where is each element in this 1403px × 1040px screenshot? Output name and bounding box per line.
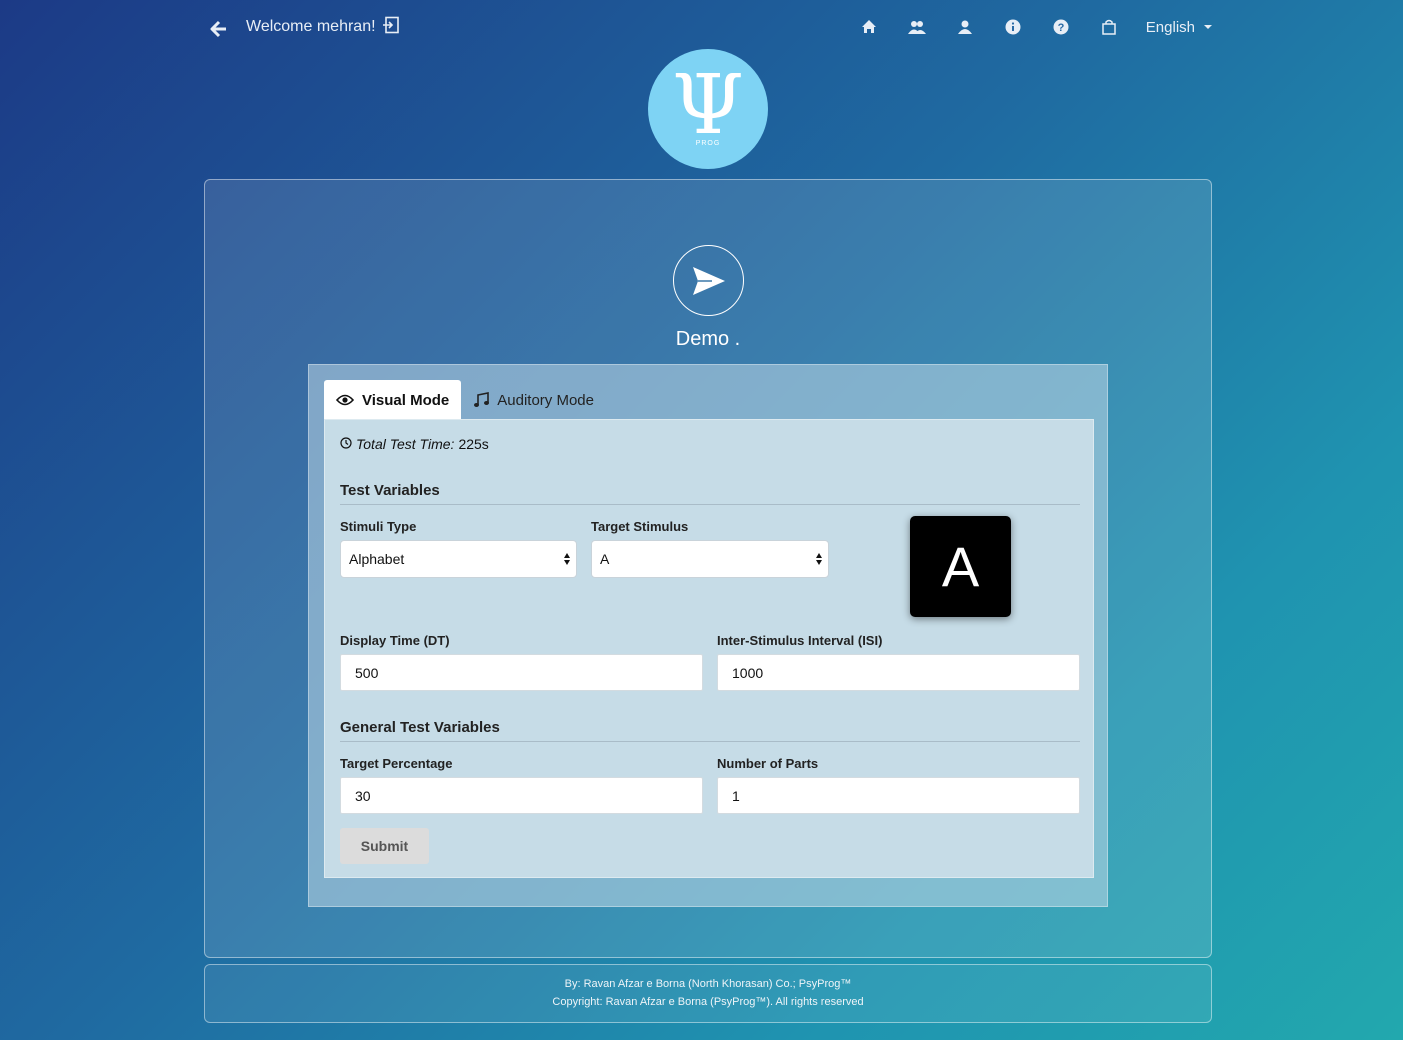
user-icon[interactable] [956,18,974,36]
send-icon [673,245,744,316]
top-bar: Welcome mehran! ? English [204,14,1212,44]
tab-auditory-mode[interactable]: Auditory Mode [461,380,606,420]
logo-caption: PROG [695,139,721,147]
music-icon [473,392,490,408]
number-of-parts-label: Number of Parts [717,756,819,771]
shop-icon[interactable] [1100,18,1118,36]
language-dropdown[interactable]: English [1146,19,1212,36]
number-of-parts-input[interactable]: 1 [717,777,1080,814]
visual-mode-panel: Total Test Time: 225s Test Variables Sti… [324,419,1094,878]
svg-text:?: ? [1057,22,1064,34]
target-stimulus-label: Target Stimulus [591,519,689,534]
users-icon[interactable] [907,18,926,36]
help-icon[interactable]: ? [1052,18,1070,36]
isi-input[interactable]: 1000 [717,654,1080,691]
welcome-text: Welcome mehran! [246,18,376,35]
stimulus-preview: A [910,516,1011,617]
footer-credit: By: Ravan Afzar e Borna (North Khorasan)… [564,978,852,990]
display-time-input[interactable]: 500 [340,654,703,691]
target-stimulus-select[interactable]: A [591,540,829,578]
logout-icon[interactable] [382,16,400,34]
footer: By: Ravan Afzar e Borna (North Khorasan)… [204,964,1212,1023]
language-label: English [1145,18,1195,36]
total-test-time: Total Test Time: 225s [340,436,489,452]
clock-icon [340,436,352,452]
total-time-label: Total Test Time: [356,436,455,452]
home-icon[interactable] [860,18,878,36]
total-time-value: 225s [458,436,489,452]
footer-copyright: Copyright: Ravan Afzar e Borna (PsyProg™… [552,996,864,1008]
general-test-variables-heading: General Test Variables [340,719,1080,742]
info-icon[interactable] [1004,18,1022,36]
page-title: Demo . [675,328,741,350]
submit-button[interactable]: Submit [340,828,429,864]
target-percentage-label: Target Percentage [340,756,453,771]
tab-auditory-mode-label: Auditory Mode [497,391,594,409]
eye-icon [336,394,354,406]
stimuli-type-value: Alphabet [349,551,405,567]
target-stimulus-value: A [600,551,610,567]
back-arrow-icon[interactable] [210,20,228,38]
chevron-down-icon [1204,25,1212,29]
mode-tabs: Visual Mode Auditory Mode [324,380,606,420]
stimuli-type-label: Stimuli Type [340,519,417,534]
test-variables-heading: Test Variables [340,482,1080,505]
tab-visual-mode-label: Visual Mode [362,391,450,409]
target-percentage-input[interactable]: 30 [340,777,703,814]
logo-symbol: Ψ [672,57,744,153]
select-arrows-icon [564,553,570,565]
select-arrows-icon [816,553,822,565]
display-time-label: Display Time (DT) [340,633,450,648]
stimuli-type-select[interactable]: Alphabet [340,540,577,578]
tab-visual-mode[interactable]: Visual Mode [324,380,462,420]
isi-label: Inter-Stimulus Interval (ISI) [717,633,883,648]
app-logo: Ψ PROG [648,49,768,169]
test-card: Visual Mode Auditory Mode Total Test Tim… [308,364,1108,907]
main-panel: Demo . Visual Mode Auditory Mode Total T… [204,179,1212,958]
top-nav: ? English [830,18,1212,36]
